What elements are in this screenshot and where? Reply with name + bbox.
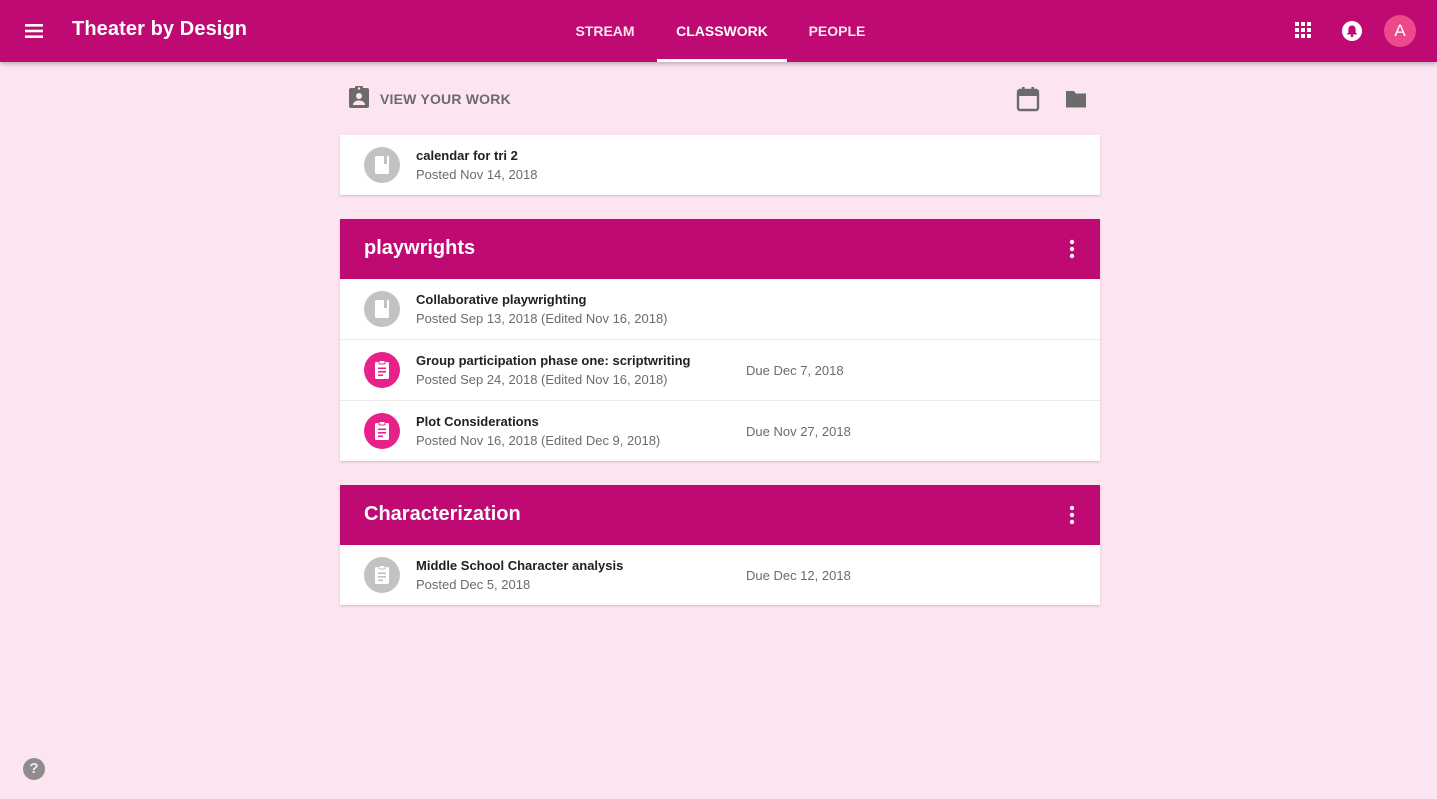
list-item[interactable]: calendar for tri 2 Posted Nov 14, 2018 xyxy=(340,135,1100,195)
topic-title[interactable]: playwrights xyxy=(364,237,475,260)
view-your-work-button[interactable]: VIEW YOUR WORK xyxy=(348,85,511,114)
item-due-date: Due Dec 7, 2018 xyxy=(746,363,844,378)
view-your-work-label: VIEW YOUR WORK xyxy=(380,91,511,107)
topic-card-characterization: Characterization Middle School Character… xyxy=(340,485,1100,605)
material-icon xyxy=(364,291,400,327)
tab-people[interactable]: PEOPLE xyxy=(790,0,884,62)
top-app-bar: Theater by Design STREAM CLASSWORK PEOPL… xyxy=(0,0,1437,62)
item-title: Group participation phase one: scriptwri… xyxy=(416,353,691,368)
more-vert-icon[interactable] xyxy=(1064,505,1080,525)
topic-header: playwrights xyxy=(340,219,1100,279)
item-posted-date: Posted Sep 13, 2018 (Edited Nov 16, 2018… xyxy=(416,311,668,326)
item-posted-date: Posted Sep 24, 2018 (Edited Nov 16, 2018… xyxy=(416,372,668,387)
notifications-icon[interactable] xyxy=(1341,20,1363,47)
topic-card-playwrights: playwrights Collaborative playwrighting … xyxy=(340,219,1100,461)
menu-icon[interactable] xyxy=(22,19,50,43)
item-title: Collaborative playwrighting xyxy=(416,292,587,307)
apps-grid-icon[interactable] xyxy=(1294,21,1312,44)
tab-classwork[interactable]: CLASSWORK xyxy=(657,0,787,62)
item-title: calendar for tri 2 xyxy=(416,148,518,163)
class-title[interactable]: Theater by Design xyxy=(72,18,247,41)
assignment-icon xyxy=(364,352,400,388)
list-item[interactable]: Group participation phase one: scriptwri… xyxy=(340,339,1100,400)
item-posted-date: Posted Nov 14, 2018 xyxy=(416,167,538,182)
more-vert-icon[interactable] xyxy=(1064,239,1080,259)
list-item[interactable]: Middle School Character analysis Posted … xyxy=(340,545,1100,605)
item-due-date: Due Dec 12, 2018 xyxy=(746,568,851,583)
assignment-ind-icon xyxy=(348,85,370,114)
folder-icon[interactable] xyxy=(1064,89,1088,114)
assignment-icon xyxy=(364,557,400,593)
item-posted-date: Posted Nov 16, 2018 (Edited Dec 9, 2018) xyxy=(416,433,661,448)
material-icon xyxy=(364,147,400,183)
list-item[interactable]: Plot Considerations Posted Nov 16, 2018 … xyxy=(340,400,1100,461)
tab-stream[interactable]: STREAM xyxy=(556,0,654,62)
topic-title[interactable]: Characterization xyxy=(364,503,521,526)
item-due-date: Due Nov 27, 2018 xyxy=(746,424,851,439)
calendar-icon[interactable] xyxy=(1016,86,1040,117)
item-title: Plot Considerations xyxy=(416,414,539,429)
item-posted-date: Posted Dec 5, 2018 xyxy=(416,577,531,592)
assignment-icon xyxy=(364,413,400,449)
item-title: Middle School Character analysis xyxy=(416,558,624,573)
avatar[interactable]: A xyxy=(1384,15,1416,47)
ungrouped-items-card: calendar for tri 2 Posted Nov 14, 2018 xyxy=(340,135,1100,195)
list-item[interactable]: Collaborative playwrighting Posted Sep 1… xyxy=(340,279,1100,339)
topic-header: Characterization xyxy=(340,485,1100,545)
help-icon[interactable]: ? xyxy=(23,758,45,780)
